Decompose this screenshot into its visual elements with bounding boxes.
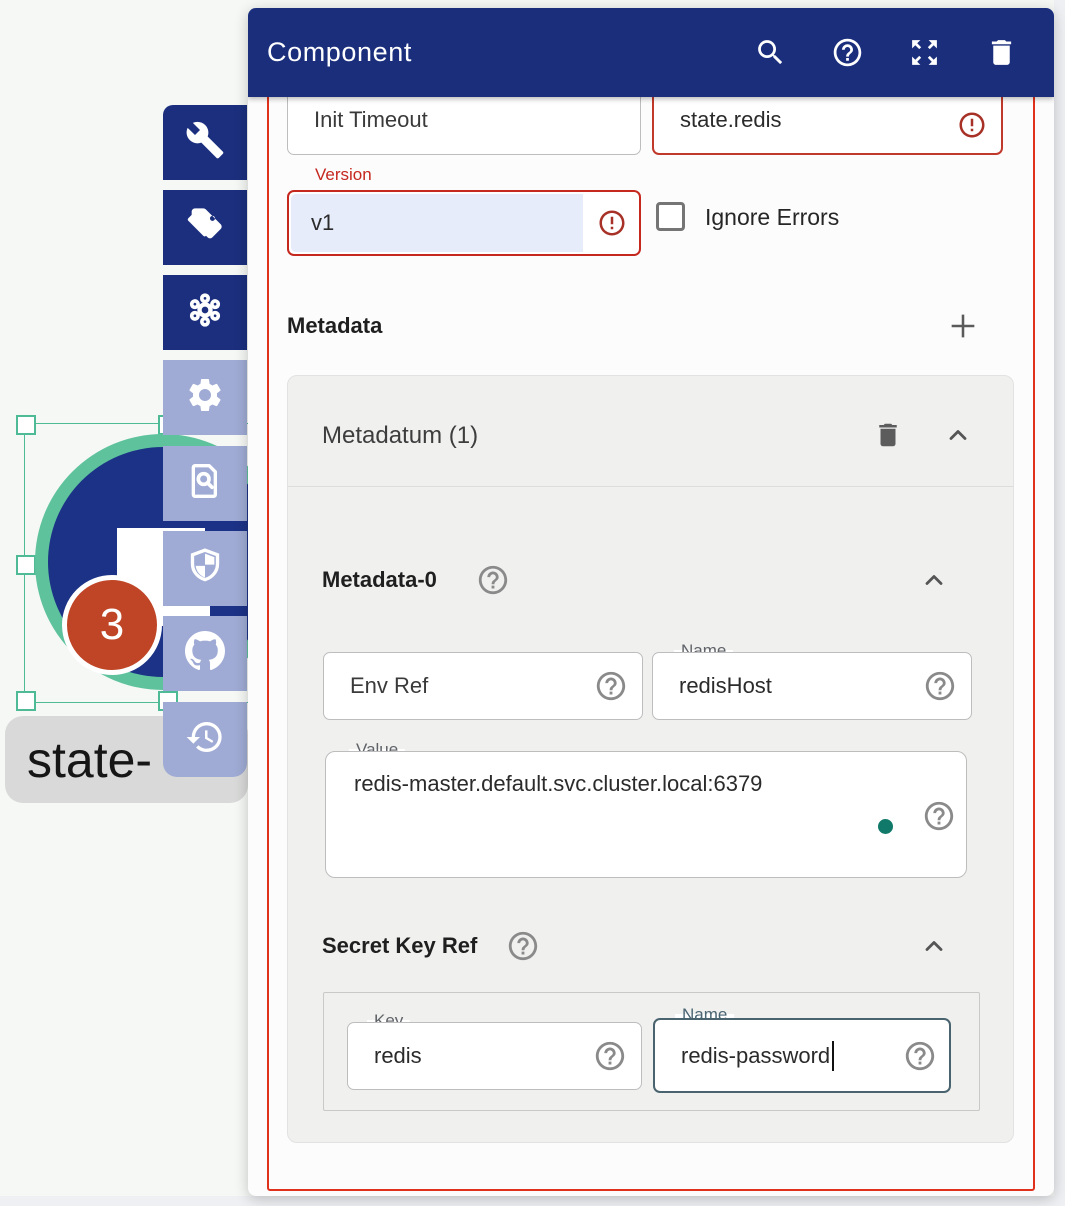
metadata-heading: Metadata bbox=[287, 311, 382, 341]
panel-content: Init Timeout state.redis Version v1 Igno… bbox=[248, 97, 1054, 1196]
type-value: state.redis bbox=[680, 97, 782, 153]
value-field[interactable]: redis-master.default.svc.cluster.local:6… bbox=[325, 751, 967, 878]
help-icon[interactable] bbox=[593, 1039, 627, 1073]
toolbar-item-inspect[interactable] bbox=[163, 446, 247, 521]
resize-handle[interactable] bbox=[16, 555, 36, 575]
name-field[interactable]: redisHost bbox=[652, 652, 972, 720]
resize-handle[interactable] bbox=[16, 691, 36, 711]
collapse-secret-icon[interactable] bbox=[920, 932, 948, 960]
version-value: v1 bbox=[311, 192, 334, 254]
page-background bbox=[0, 1196, 1065, 1206]
toolbar-item-history[interactable] bbox=[163, 702, 247, 777]
text-cursor bbox=[832, 1041, 834, 1071]
help-icon[interactable] bbox=[506, 929, 540, 963]
app-screen: 3 state- Component bbox=[0, 0, 1065, 1206]
help-icon[interactable] bbox=[903, 1039, 937, 1073]
badge-count: 3 bbox=[100, 600, 124, 650]
error-icon bbox=[957, 110, 987, 140]
resize-grip-dot[interactable] bbox=[878, 819, 893, 834]
key-field[interactable]: redis bbox=[347, 1022, 642, 1090]
ignore-errors-label: Ignore Errors bbox=[705, 203, 839, 231]
autofill-highlight bbox=[291, 194, 583, 252]
collapse-metadata0-icon[interactable] bbox=[920, 566, 948, 594]
wrench-icon bbox=[185, 120, 225, 165]
toolbar-item-security[interactable] bbox=[163, 531, 247, 606]
page-background bbox=[1054, 0, 1065, 1206]
doc-search-icon bbox=[185, 461, 225, 506]
init-timeout-field[interactable]: Init Timeout bbox=[287, 97, 641, 155]
init-timeout-placeholder: Init Timeout bbox=[314, 97, 428, 154]
toolbar-item-github[interactable] bbox=[163, 616, 247, 691]
trash-icon[interactable] bbox=[985, 36, 1018, 69]
delete-metadatum-icon[interactable] bbox=[873, 420, 903, 450]
help-icon[interactable] bbox=[831, 36, 864, 69]
help-icon[interactable] bbox=[923, 669, 957, 703]
tags-icon bbox=[185, 205, 225, 250]
plus-icon[interactable] bbox=[946, 309, 980, 343]
toolbar-item-hub[interactable] bbox=[163, 275, 247, 350]
hub-icon bbox=[185, 290, 225, 335]
node-error-badge[interactable]: 3 bbox=[62, 575, 162, 675]
help-icon[interactable] bbox=[476, 563, 510, 597]
shield-icon bbox=[185, 546, 225, 591]
value-text: redis-master.default.svc.cluster.local:6… bbox=[354, 769, 762, 799]
secret-key-ref-heading: Secret Key Ref bbox=[322, 932, 477, 960]
help-icon[interactable] bbox=[594, 669, 628, 703]
component-panel: Component Init Timeout state.redis Versi… bbox=[248, 8, 1054, 1196]
metadatum-card-header[interactable]: Metadatum (1) bbox=[288, 376, 1013, 487]
error-icon bbox=[597, 208, 627, 238]
fullscreen-icon[interactable] bbox=[908, 36, 941, 69]
resize-handle[interactable] bbox=[16, 415, 36, 435]
version-label: Version bbox=[308, 163, 379, 187]
ignore-errors-checkbox[interactable] bbox=[656, 202, 685, 231]
secret-name-field[interactable]: redis-password bbox=[653, 1018, 951, 1093]
type-field[interactable]: state.redis bbox=[652, 97, 1003, 155]
toolbar-item-configure[interactable] bbox=[163, 105, 247, 180]
github-icon bbox=[185, 631, 225, 676]
collapse-metadatum-icon[interactable] bbox=[944, 421, 972, 449]
key-value: redis bbox=[374, 1023, 422, 1089]
search-icon[interactable] bbox=[754, 36, 787, 69]
metadatum-title: Metadatum (1) bbox=[322, 421, 478, 451]
help-icon[interactable] bbox=[922, 799, 956, 833]
panel-title: Component bbox=[267, 37, 412, 68]
panel-header: Component bbox=[248, 8, 1054, 97]
metadata0-heading: Metadata-0 bbox=[322, 566, 437, 594]
env-ref-field[interactable]: Env Ref bbox=[323, 652, 643, 720]
toolbar-item-tags[interactable] bbox=[163, 190, 247, 265]
secret-name-value: redis-password bbox=[681, 1020, 834, 1091]
version-field[interactable]: v1 bbox=[287, 190, 641, 256]
gear-icon bbox=[185, 375, 225, 420]
name-value: redisHost bbox=[679, 653, 772, 719]
toolbar-item-settings[interactable] bbox=[163, 360, 247, 435]
secret-key-ref-box: Key redis Name redis-password bbox=[323, 992, 980, 1111]
history-icon bbox=[185, 717, 225, 762]
metadatum-card: Metadatum (1) Metadata-0 Env Ref Name re… bbox=[287, 375, 1014, 1143]
env-ref-placeholder: Env Ref bbox=[350, 653, 428, 719]
